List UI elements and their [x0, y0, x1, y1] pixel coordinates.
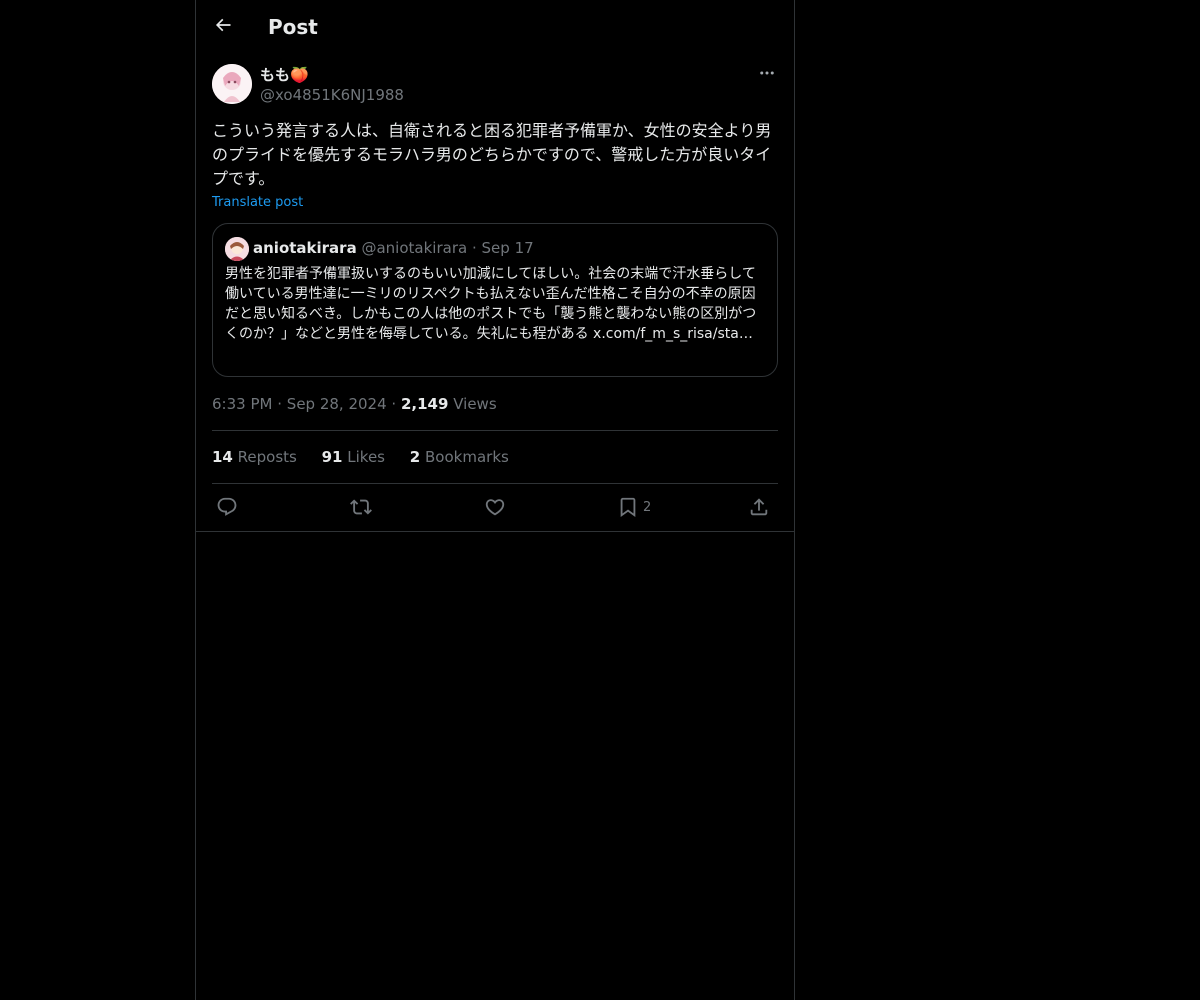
views-count: 2,149: [400, 395, 449, 413]
quote-author-handle: @aniotakirara: [361, 239, 468, 257]
quote-date: Sep 17: [481, 239, 534, 257]
post-meta: 6:33 PM · Sep 28, 2024 · 2,149 Views: [212, 394, 497, 414]
post-text: こういう発言する人は、自衛されると困る犯罪者予備軍か、女性の安全より男のプライド…: [212, 121, 772, 188]
post-stats: 14 Reposts 91 Likes 2 Bookmarks: [212, 447, 529, 467]
likes-label: Likes: [347, 448, 386, 466]
post-date[interactable]: Sep 28, 2024: [287, 395, 387, 413]
divider: [212, 430, 778, 431]
quote-text: 男性を犯罪者予備軍扱いするのもいい加減にしてほしい。社会の末端で汗水垂らして働い…: [225, 266, 757, 342]
reposts-stat[interactable]: 14 Reposts: [212, 447, 297, 467]
repost-button[interactable]: [350, 492, 372, 522]
divider: [212, 483, 778, 484]
likes-count: 91: [321, 448, 343, 466]
quote-author-name: aniotakirara: [253, 239, 357, 257]
bookmark-button[interactable]: 2: [617, 492, 651, 522]
heart-icon: [484, 496, 506, 518]
arrow-left-icon: [213, 15, 233, 39]
more-icon: [758, 64, 776, 86]
views-label: Views: [453, 395, 497, 413]
back-button[interactable]: [206, 10, 240, 44]
quote-avatar: [225, 237, 249, 261]
page-title: Post: [268, 15, 318, 39]
repost-icon: [350, 496, 372, 518]
post-header: Post: [196, 0, 794, 53]
quote-meta: aniotakirara @aniotakirara · Sep 17: [253, 238, 534, 258]
divider: [196, 531, 794, 532]
post-time[interactable]: 6:33 PM: [212, 395, 272, 413]
bookmark-count: 2: [643, 499, 652, 515]
share-button[interactable]: [748, 492, 770, 522]
share-icon: [748, 496, 770, 518]
more-options-button[interactable]: [756, 64, 778, 86]
reposts-count: 14: [212, 448, 233, 466]
like-button[interactable]: [484, 492, 506, 522]
meta-separator: ·: [277, 395, 283, 413]
post-author: もも🍑 @xo4851K6NJ1988: [212, 64, 778, 108]
primary-column: Post もも🍑 @xo4851K6NJ1988 こういう発言する人は、自衛され…: [195, 0, 795, 1000]
translate-post-link[interactable]: Translate post: [212, 194, 303, 212]
quote-separator: ·: [471, 239, 477, 257]
meta-separator: ·: [391, 395, 397, 413]
author-display-name[interactable]: もも🍑: [260, 65, 309, 85]
author-handle[interactable]: @xo4851K6NJ1988: [260, 85, 404, 105]
post-actions: 2: [212, 492, 778, 522]
quoted-post[interactable]: aniotakirara @aniotakirara · Sep 17 男性を犯…: [212, 223, 778, 377]
bookmark-icon: [617, 496, 639, 518]
bookmarks-label: Bookmarks: [425, 448, 509, 466]
avatar[interactable]: [212, 64, 252, 104]
reply-button[interactable]: [216, 492, 238, 522]
likes-stat[interactable]: 91 Likes: [322, 447, 385, 467]
bookmarks-stat[interactable]: 2 Bookmarks: [410, 447, 509, 467]
reposts-label: Reposts: [237, 448, 297, 466]
bookmarks-count: 2: [409, 448, 421, 466]
reply-icon: [216, 496, 238, 518]
